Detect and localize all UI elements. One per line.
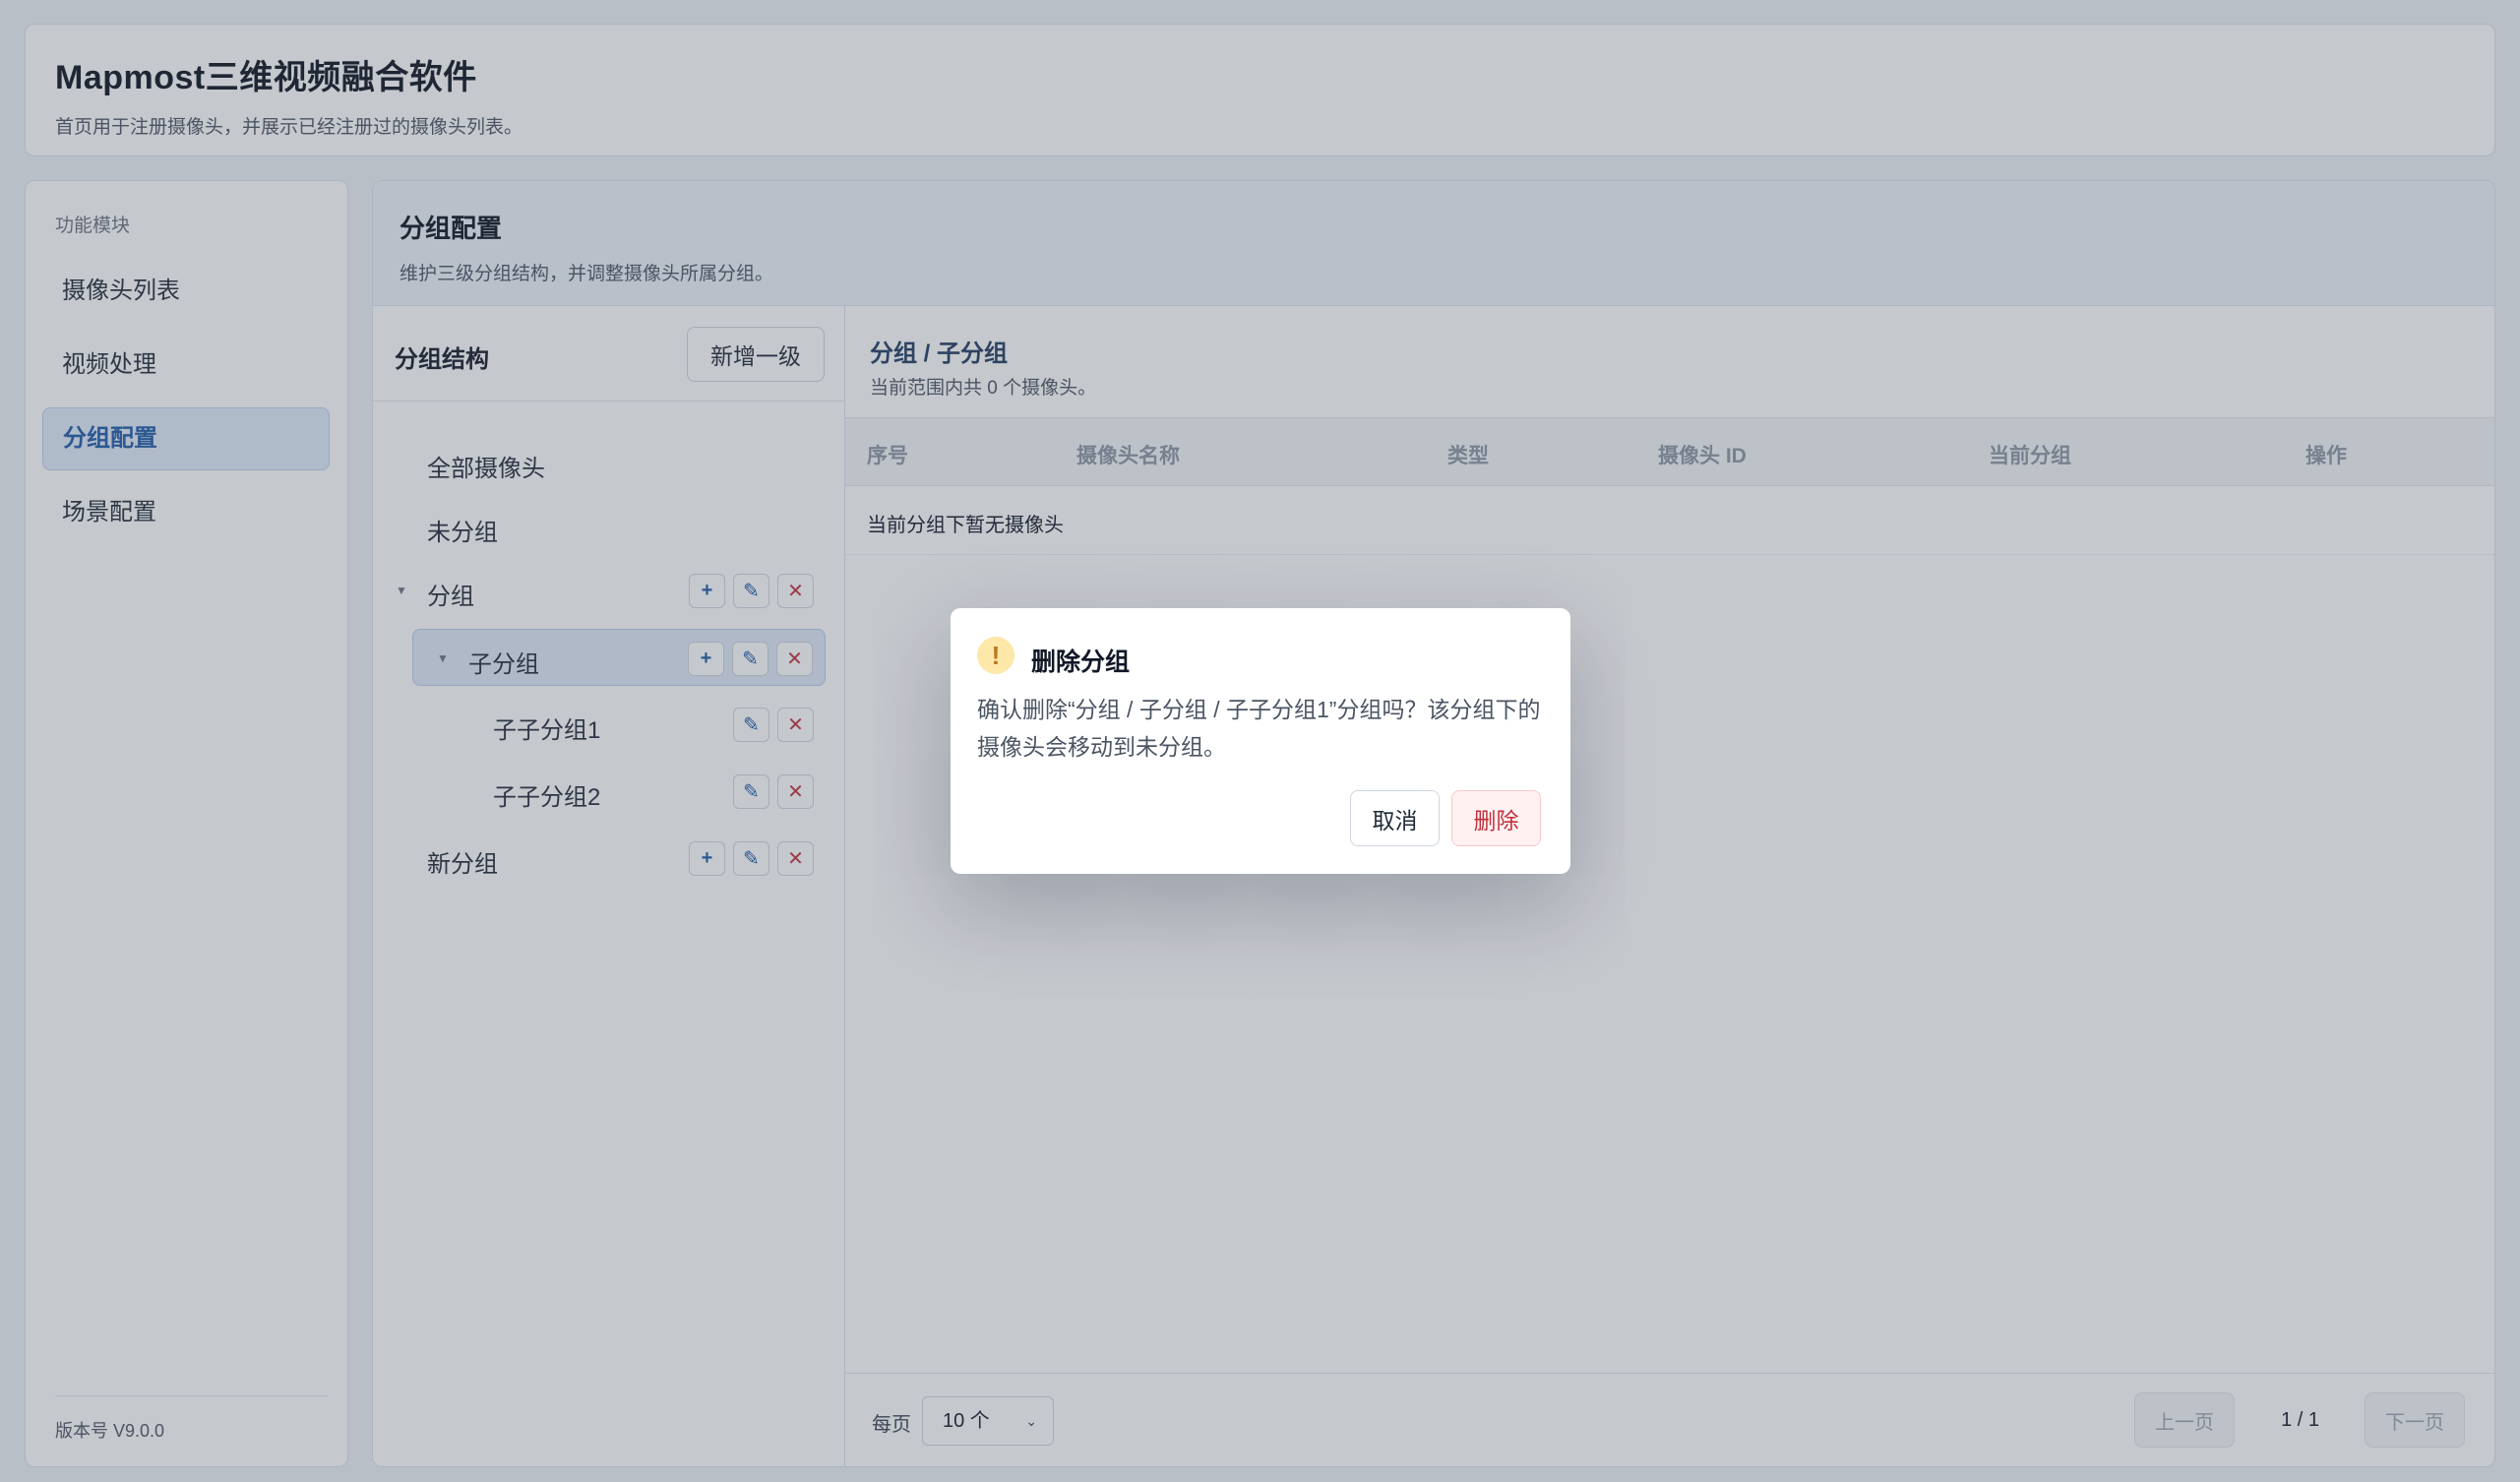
dialog-title: 删除分组 — [1031, 648, 1131, 676]
dialog-message: 确认删除“分组 / 子分组 / 子子分组1”分组吗？该分组下的摄像头会移动到未分… — [977, 697, 1541, 760]
warning-icon: ! — [977, 637, 1014, 674]
delete-group-dialog: ! 删除分组 确认删除“分组 / 子分组 / 子子分组1”分组吗？该分组下的摄像… — [951, 608, 1570, 874]
cancel-button[interactable]: 取消 — [1350, 790, 1440, 846]
confirm-delete-button[interactable]: 删除 — [1451, 790, 1541, 846]
app-root: Mapmost三维视频融合软件 首页用于注册摄像头，并展示已经注册过的摄像头列表… — [0, 0, 2520, 1482]
